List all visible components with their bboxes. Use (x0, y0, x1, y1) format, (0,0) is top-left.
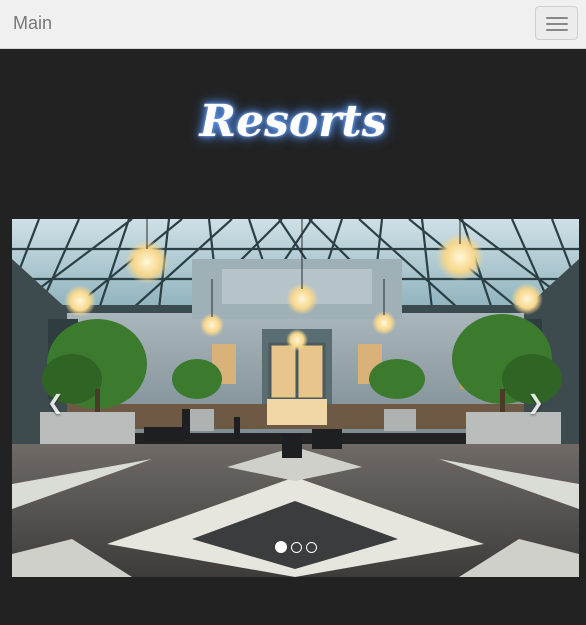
carousel-indicator-1[interactable] (274, 541, 287, 553)
page-title: Resorts (199, 96, 387, 147)
hamburger-icon (546, 29, 568, 31)
hamburger-icon (546, 23, 568, 25)
carousel-indicator-2[interactable] (290, 542, 302, 553)
chevron-right-icon: ❯ (527, 390, 544, 414)
carousel-indicator-3[interactable] (305, 542, 317, 553)
navbar-brand[interactable]: Main (13, 12, 52, 34)
carousel-indicators (12, 541, 579, 553)
image-carousel: ❮ ❯ (12, 219, 579, 577)
carousel-next-button[interactable]: ❯ (489, 219, 579, 577)
carousel-prev-button[interactable]: ❮ (12, 219, 102, 577)
chevron-left-icon: ❮ (47, 390, 64, 414)
hamburger-icon (546, 17, 568, 19)
navbar-toggle-button[interactable] (535, 6, 578, 40)
top-navbar: Main (0, 0, 586, 49)
